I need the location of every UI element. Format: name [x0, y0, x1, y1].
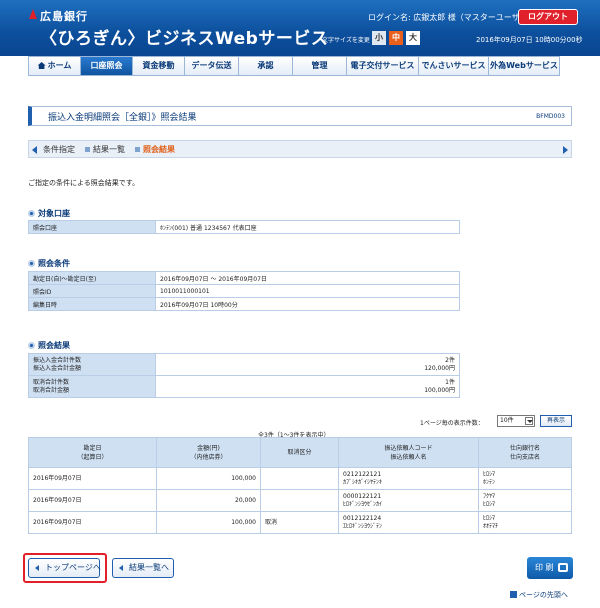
column-header: 勘定日 （起算日）	[28, 437, 157, 468]
home-icon	[37, 62, 46, 69]
condition-value: 1010011000101	[155, 284, 460, 298]
table-row: 2016年09月07日 20,000 0000122121 ﾋﾛｷﾞﾝｼﾖｳｾﾞﾝ…	[28, 489, 572, 512]
bullet-icon	[28, 260, 35, 267]
font-size-small-button[interactable]: 小	[372, 31, 386, 45]
cell-date: 2016年09月07日	[28, 489, 157, 512]
bank-name: 広島銀行	[40, 10, 88, 23]
summary-table: 振込入金合計件数 振込入金合計金額 2件 120,000円 取消合計件数 取消合計金額…	[28, 353, 460, 398]
arrow-left-icon	[119, 565, 123, 571]
page-top-link[interactable]: ページの先頭へ	[510, 590, 568, 600]
service-name: 〈ひろぎん〉ビジネスWebサービス	[40, 29, 329, 49]
page-title-bar: 振込入金明細照会［全銀］》照会結果 BFMD003	[28, 106, 572, 126]
column-header: 金額(円) （内他店券）	[156, 437, 261, 468]
column-header: 振込依頼人コード 振込依頼人名	[338, 437, 479, 468]
chevron-down-icon	[525, 417, 533, 425]
login-user: ログイン名: 広銀太郎 様（マスターユーザ）	[368, 13, 528, 22]
cell-bank: ﾋﾛｼﾏ ｵｵﾃﾏﾁ	[478, 511, 572, 534]
nav-forex-web[interactable]: 外為Webサービス	[488, 56, 560, 76]
table-row: 勘定日(自)～勘定日(至) 2016年09月07日 ～ 2016年09月07日	[28, 271, 460, 285]
nav-densai[interactable]: でんさいサービス	[418, 56, 488, 76]
step-condition: 条件指定	[43, 145, 75, 154]
summary-value: 1件 100,000円	[155, 375, 460, 398]
nav-approval[interactable]: 承認	[238, 56, 292, 76]
nav-home[interactable]: ホーム	[28, 56, 80, 76]
table-row: 2016年09月07日 100,000 取消 0012122124 ｴﾋﾛｷﾞﾝｼ…	[28, 511, 572, 534]
column-header: 仕向銀行名 仕向支店名	[478, 437, 572, 468]
bank-logo-icon	[29, 9, 37, 19]
table-row: 2016年09月07日 100,000 0212122121 ｶﾌﾞｼｷｶﾞｲｼﾔ…	[28, 467, 572, 490]
condition-value: 2016年09月07日 ～ 2016年09月07日	[155, 271, 460, 285]
step-result-list: 結果一覧	[93, 145, 125, 154]
logout-button[interactable]: ログアウト	[518, 9, 578, 25]
cell-amount: 100,000	[156, 511, 261, 534]
site-header: 広島銀行 〈ひろぎん〉ビジネスWebサービス ログイン名: 広銀太郎 様（マスタ…	[0, 0, 600, 56]
per-page-select[interactable]: 10件	[497, 415, 535, 427]
nav-fund-transfer[interactable]: 資金移動	[132, 56, 184, 76]
font-size-label: 文字サイズを変更	[322, 37, 370, 44]
bullet-icon	[28, 210, 35, 217]
summary-value: 2件 120,000円	[155, 353, 460, 376]
table-row: 振込入金合計件数 振込入金合計金額 2件 120,000円	[28, 353, 460, 376]
conditions-table: 勘定日(自)～勘定日(至) 2016年09月07日 ～ 2016年09月07日 …	[28, 271, 460, 311]
steps-left-arrow-icon	[32, 146, 37, 154]
page-title: 振込入金明細照会［全銀］》照会結果	[48, 113, 197, 123]
cell-bank: ﾌｸﾔﾏ ﾋﾛｼﾏ	[478, 489, 572, 512]
table-row: 照会口座 ﾎﾝﾃﾝ(001) 普通 1234567 代表口座	[28, 220, 460, 234]
cell-date: 2016年09月07日	[28, 467, 157, 490]
step-inquiry-result: 照会結果	[143, 145, 175, 154]
step-indicator: 条件指定 結果一覧 照会結果	[28, 140, 572, 158]
summary-label: 振込入金合計件数 振込入金合計金額	[28, 353, 156, 376]
condition-value: 2016年09月07日 10時00分	[155, 297, 460, 311]
account-value: ﾎﾝﾃﾝ(001) 普通 1234567 代表口座	[155, 220, 460, 234]
cell-amount: 100,000	[156, 467, 261, 490]
cell-requester: 0212122121 ｶﾌﾞｼｷｶﾞｲｼﾔﾃﾝｷ	[338, 467, 479, 490]
result-table: 勘定日 （起算日） 金額(円) （内他店券） 取消区分 振込依頼人コード 振込依頼人名…	[28, 437, 572, 534]
print-button[interactable]: 印 刷	[527, 557, 573, 579]
cell-amount: 20,000	[156, 489, 261, 512]
cell-cancel	[260, 467, 339, 490]
summary-label: 取消合計件数 取消合計金額	[28, 375, 156, 398]
nav-electronic-delivery[interactable]: 電子交付サービス	[346, 56, 418, 76]
section-heading-account: 対象口座	[28, 208, 70, 219]
account-table: 照会口座 ﾎﾝﾃﾝ(001) 普通 1234567 代表口座	[28, 220, 460, 234]
nav-data-transmission[interactable]: データ伝送	[184, 56, 238, 76]
account-label: 照会口座	[28, 220, 156, 234]
table-row: 編集日時 2016年09月07日 10時00分	[28, 297, 460, 311]
table-row: 照会ID 1010011000101	[28, 284, 460, 298]
font-size-large-button[interactable]: 大	[406, 31, 420, 45]
section-heading-conditions: 照会条件	[28, 258, 70, 269]
condition-label: 勘定日(自)～勘定日(至)	[28, 271, 156, 285]
cell-cancel	[260, 489, 339, 512]
condition-label: 編集日時	[28, 297, 156, 311]
arrow-left-icon	[35, 565, 39, 571]
per-page-label: 1ページ毎の表示件数：	[420, 420, 484, 427]
step-separator-icon	[85, 147, 90, 152]
top-page-button[interactable]: トップページへ	[28, 558, 101, 578]
table-row: 取消合計件数 取消合計金額 1件 100,000円	[28, 375, 460, 398]
step-separator-icon	[135, 147, 140, 152]
steps-right-arrow-icon	[563, 146, 568, 154]
cell-requester: 0000122121 ﾋﾛｷﾞﾝｼﾖｳｾﾞﾝｶｲ	[338, 489, 479, 512]
nav-management[interactable]: 管理	[292, 56, 346, 76]
cell-cancel: 取消	[260, 511, 339, 534]
condition-label: 照会ID	[28, 284, 156, 298]
intro-text: ご指定の条件による照会結果です。	[28, 179, 140, 187]
nav-account-inquiry[interactable]: 口座照会	[80, 56, 132, 76]
current-datetime: 2016年09月07日 10時00分00秒	[476, 36, 583, 44]
font-size-medium-button[interactable]: 中	[389, 31, 403, 45]
arrow-up-icon	[510, 591, 517, 598]
cell-bank: ﾋﾛｼﾏ ﾎﾝﾃﾝ	[478, 467, 572, 490]
bullet-icon	[28, 342, 35, 349]
section-heading-summary: 照会結果	[28, 340, 70, 351]
redisplay-button[interactable]: 再表示	[540, 415, 572, 427]
cell-requester: 0012122124 ｴﾋﾛｷﾞﾝｼﾖｳｼﾞﾃﾝ	[338, 511, 479, 534]
column-header: 取消区分	[260, 437, 339, 468]
global-nav: ホーム 口座照会 資金移動 データ伝送 承認 管理 電子交付サービス でんさいサ…	[28, 56, 560, 76]
table-header-row: 勘定日 （起算日） 金額(円) （内他店券） 取消区分 振込依頼人コード 振込依頼人名…	[28, 437, 572, 468]
cell-date: 2016年09月07日	[28, 511, 157, 534]
result-list-button[interactable]: 結果一覧へ	[112, 558, 174, 578]
screen-id: BFMD003	[536, 113, 565, 120]
printer-icon	[558, 563, 568, 572]
